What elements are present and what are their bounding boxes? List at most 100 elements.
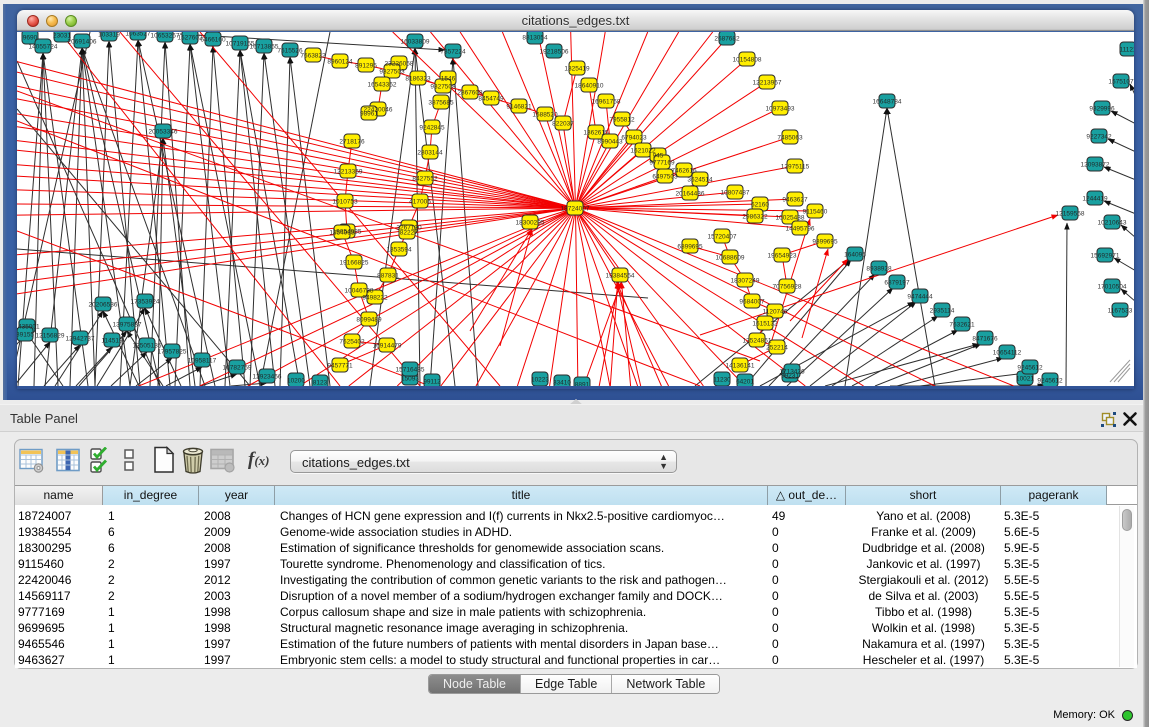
svg-text:822037: 822037: [552, 121, 574, 128]
svg-text:7663822: 7663822: [300, 53, 326, 60]
svg-text:12923466: 12923466: [253, 374, 282, 381]
svg-text:9329996: 9329996: [1089, 106, 1115, 113]
svg-text:16648784: 16648784: [873, 99, 902, 106]
svg-text:62160: 62160: [751, 202, 769, 209]
svg-text:10223: 10223: [531, 377, 549, 384]
svg-text:9690: 9690: [23, 35, 38, 42]
svg-text:20053346: 20053346: [149, 129, 178, 136]
svg-text:15093: 15093: [401, 376, 419, 383]
svg-text:18724007: 18724007: [561, 206, 590, 213]
svg-text:33410: 33410: [553, 380, 571, 387]
svg-text:9463627: 9463627: [782, 197, 808, 204]
svg-text:8454749: 8454749: [478, 96, 504, 103]
svg-text:9327508: 9327508: [430, 84, 456, 91]
svg-text:10154808: 10154808: [733, 57, 762, 64]
svg-text:10025438: 10025438: [776, 215, 805, 222]
svg-text:7462616: 7462616: [671, 168, 697, 175]
svg-text:1063527: 1063527: [125, 32, 151, 38]
svg-text:6879197: 6879197: [884, 280, 910, 287]
svg-text:2986322: 2986322: [742, 214, 768, 221]
svg-text:16914479: 16914479: [373, 343, 402, 350]
svg-text:8938928: 8938928: [866, 266, 892, 273]
svg-text:1546: 1546: [441, 76, 456, 83]
svg-text:20691406: 20691406: [68, 39, 97, 46]
svg-text:7357224: 7357224: [440, 49, 466, 56]
svg-text:15720407: 15720407: [708, 234, 737, 241]
svg-text:887831: 887831: [377, 273, 399, 280]
svg-text:19166825: 19166825: [340, 260, 369, 267]
svg-text:9146821: 9146821: [506, 104, 532, 111]
svg-text:9245612: 9245612: [1037, 378, 1063, 385]
svg-text:39155: 39155: [17, 332, 34, 339]
svg-text:114519: 114519: [101, 338, 123, 345]
svg-text:2803144: 2803144: [417, 150, 443, 157]
svg-text:417006: 417006: [409, 199, 431, 206]
svg-text:1435001: 1435001: [17, 324, 40, 331]
svg-text:6466160: 6466160: [200, 37, 226, 44]
svg-text:9899695: 9899695: [812, 239, 838, 246]
svg-text:14055724: 14055724: [29, 44, 58, 51]
svg-text:7625402: 7625402: [339, 339, 365, 346]
svg-text:9498222: 9498222: [362, 295, 388, 302]
svg-text:12213369: 12213369: [334, 169, 363, 176]
svg-text:12156829: 12156829: [36, 333, 65, 340]
svg-text:3875685: 3875685: [428, 100, 454, 107]
svg-text:18640910: 18640910: [575, 83, 604, 90]
svg-text:6794023: 6794023: [621, 135, 647, 142]
svg-text:7515526: 7515526: [277, 48, 303, 55]
svg-text:1244419: 1244419: [1082, 196, 1108, 203]
svg-text:1353594: 1353594: [386, 247, 412, 254]
svg-text:7632621: 7632621: [949, 322, 975, 329]
svg-text:1167533: 1167533: [1108, 308, 1133, 315]
svg-text:18300295: 18300295: [516, 220, 545, 227]
svg-text:9474444: 9474444: [907, 294, 933, 301]
svg-text:10654112: 10654112: [993, 350, 1022, 357]
svg-text:6497503: 6497503: [652, 174, 678, 181]
svg-text:9227342: 9227342: [1086, 134, 1112, 141]
svg-text:2935114: 2935114: [930, 308, 955, 315]
svg-text:19654923: 19654923: [768, 253, 797, 260]
svg-text:9457771: 9457771: [327, 363, 353, 370]
svg-text:18307249: 18307249: [731, 278, 760, 285]
svg-text:8222: 8222: [400, 230, 415, 237]
svg-text:17010504: 17010504: [1098, 284, 1127, 291]
svg-text:9684007: 9684007: [739, 299, 765, 306]
svg-text:3624514: 3624514: [687, 177, 713, 184]
svg-text:16033809: 16033809: [401, 39, 430, 46]
svg-text:9115460: 9115460: [803, 209, 828, 216]
svg-text:8960124: 8960124: [327, 59, 353, 66]
svg-text:13524861: 13524861: [743, 338, 772, 345]
svg-text:8471676: 8471676: [972, 336, 998, 343]
svg-text:19384554: 19384554: [606, 273, 635, 280]
svg-text:1362615: 1362615: [583, 130, 609, 137]
svg-text:8123: 8123: [313, 380, 328, 387]
svg-text:12159558: 12159558: [1056, 211, 1085, 218]
svg-text:20206536: 20206536: [89, 302, 118, 309]
svg-text:9242845: 9242845: [419, 125, 445, 132]
svg-text:10807487: 10807487: [721, 190, 750, 197]
svg-text:13975887: 13975887: [113, 322, 142, 329]
svg-text:1615132: 1615132: [752, 321, 778, 328]
svg-text:16543362: 16543362: [368, 82, 397, 89]
svg-text:9245612: 9245612: [1017, 365, 1043, 372]
svg-text:1325419: 1325419: [564, 66, 590, 73]
svg-text:19218506: 19218506: [540, 49, 569, 56]
svg-text:10021: 10021: [1016, 376, 1034, 383]
svg-text:11121: 11121: [1119, 47, 1134, 54]
svg-text:99112: 99112: [423, 379, 441, 386]
svg-text:10958117: 10958117: [188, 358, 217, 365]
svg-text:12942737: 12942737: [66, 336, 95, 343]
svg-text:16713855: 16713855: [250, 44, 279, 51]
svg-text:12213967: 12213967: [753, 80, 782, 87]
svg-text:15716485: 15716485: [396, 367, 425, 374]
svg-text:12975115: 12975115: [781, 164, 810, 171]
svg-text:1575107: 1575107: [1108, 79, 1134, 86]
svg-text:10046738: 10046738: [345, 288, 374, 295]
svg-text:16961758: 16961758: [592, 99, 621, 106]
svg-text:891295: 891295: [355, 63, 377, 70]
svg-text:1588520: 1588520: [532, 112, 558, 119]
svg-text:8427552: 8427552: [412, 176, 438, 183]
svg-text:12093872: 12093872: [1081, 162, 1110, 169]
svg-text:2687682: 2687682: [714, 36, 740, 43]
svg-text:11230: 11230: [713, 377, 731, 384]
